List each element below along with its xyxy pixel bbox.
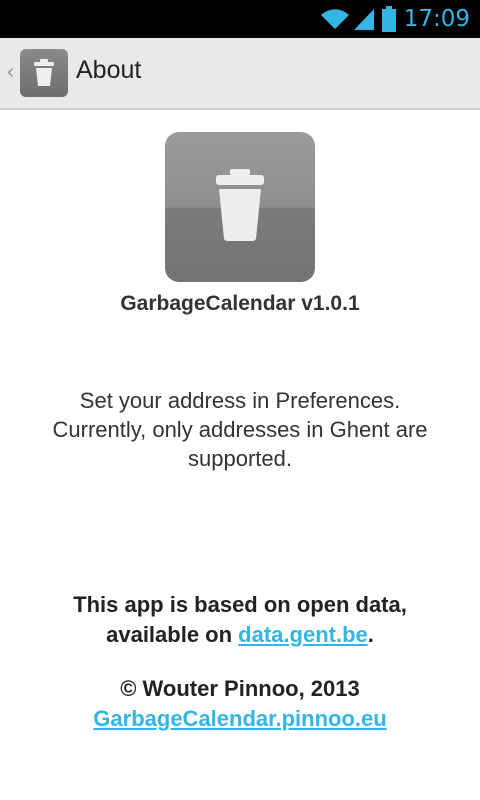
status-icons: 17:09	[320, 4, 470, 34]
open-data-note: This app is based on open data, availabl…	[0, 590, 480, 650]
data-suffix: .	[367, 622, 374, 647]
trash-can-icon[interactable]	[20, 49, 68, 97]
wifi-icon	[320, 7, 350, 31]
website-link[interactable]: GarbageCalendar.pinnoo.eu	[0, 704, 480, 734]
info-line-2: Currently, only addresses in Ghent are s…	[52, 417, 428, 471]
info-line-1: Set your address in Preferences.	[79, 388, 401, 413]
data-line-1: This app is based on open data,	[73, 592, 407, 617]
action-bar: ‹ About	[0, 38, 480, 110]
copyright-block: © Wouter Pinnoo, 2013 GarbageCalendar.pi…	[0, 674, 480, 734]
clock: 17:09	[403, 6, 470, 32]
app-logo	[165, 132, 315, 282]
page-title: About	[76, 56, 142, 84]
battery-icon	[381, 6, 396, 32]
data-line-2: available on data.gent.be.	[0, 620, 480, 650]
preferences-info: Set your address in Preferences. Current…	[20, 386, 460, 473]
status-bar: 17:09	[0, 0, 480, 38]
trash-can-icon	[214, 169, 266, 245]
signal-icon	[353, 7, 375, 31]
app-version: GarbageCalendar v1.0.1	[120, 292, 360, 315]
data-prefix: available on	[106, 622, 239, 647]
chevron-left-icon[interactable]: ‹	[6, 62, 15, 84]
copyright-text: © Wouter Pinnoo, 2013	[120, 676, 360, 701]
data-gent-link[interactable]: data.gent.be	[238, 622, 368, 647]
